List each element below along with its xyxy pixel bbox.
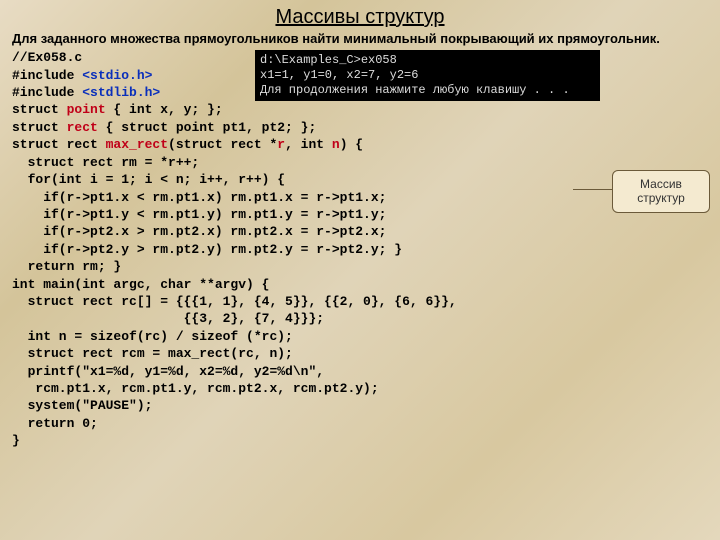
code-line: struct rect rm = *r++; [12,155,199,170]
code-line: struct rect rc[] = {{{1, 1}, {4, 5}}, {{… [12,294,457,309]
code-line: if(r->pt1.y < rm.pt1.y) rm.pt1.y = r->pt… [12,207,386,222]
code-line: } [12,433,20,448]
slide-body: Массивы структур Для заданного множества… [0,0,720,458]
console-output: d:\Examples_C>ex058 x1=1, y1=0, x2=7, y2… [255,50,600,101]
code-line: #include <stdio.h> [12,68,152,83]
code-line: if(r->pt2.y > rm.pt2.y) rm.pt2.y = r->pt… [12,242,402,257]
code-line: struct rect { struct point pt1, pt2; }; [12,120,316,135]
code-line: #include <stdlib.h> [12,85,160,100]
code-line: rcm.pt1.x, rcm.pt1.y, rcm.pt2.x, rcm.pt2… [12,381,379,396]
problem-description: Для заданного множества прямоугольников … [12,31,708,47]
code-line: struct point { int x, y; }; [12,102,223,117]
code-line: struct rect rcm = max_rect(rc, n); [12,346,293,361]
code-line: for(int i = 1; i < n; i++, r++) { [12,172,285,187]
code-line: struct rect max_rect(struct rect *r, int… [12,137,363,152]
code-line: int main(int argc, char **argv) { [12,277,269,292]
code-line: system("PAUSE"); [12,398,152,413]
code-line: //Ex058.c [12,50,82,65]
code-line: {{3, 2}, {7, 4}}}; [12,311,324,326]
code-line: int n = sizeof(rc) / sizeof (*rc); [12,329,293,344]
console-line: d:\Examples_C>ex058 [260,53,397,67]
code-listing: //Ex058.c #include <stdio.h> #include <s… [12,49,708,449]
code-line: return 0; [12,416,98,431]
code-line: if(r->pt1.x < rm.pt1.x) rm.pt1.x = r->pt… [12,190,386,205]
slide-title: Массивы структур [12,6,708,29]
console-line: Для продолжения нажмите любую клавишу . … [260,83,570,97]
code-line: if(r->pt2.x > rm.pt2.x) rm.pt2.x = r->pt… [12,224,386,239]
code-line: printf("x1=%d, y1=%d, x2=%d, y2=%d\n", [12,364,324,379]
console-line: x1=1, y1=0, x2=7, y2=6 [260,68,418,82]
code-line: return rm; } [12,259,121,274]
callout-box: Массив структур [612,170,710,213]
